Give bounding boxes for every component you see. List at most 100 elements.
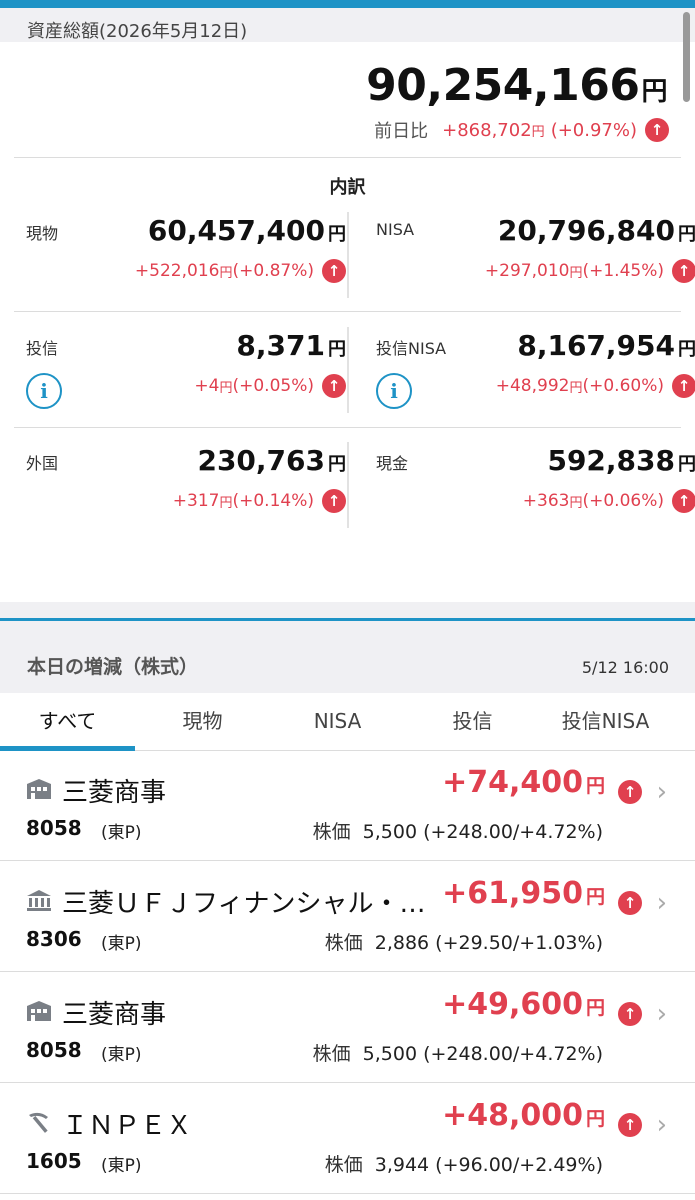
stock-price-value: 5,500 (+248.00/+4.72%) — [362, 821, 603, 843]
day-change: 前日比 +868,702 円 (+0.97%) ↑ — [374, 117, 669, 143]
breakdown-change-pct: (+0.60%) — [582, 376, 664, 396]
tab-fund-nisa[interactable]: 投信NISA — [538, 693, 673, 751]
breakdown-unit: 円 — [678, 454, 695, 475]
stock-price: 株価 2,886 (+29.50/+1.03%) — [325, 928, 603, 955]
breakdown-unit: 円 — [678, 224, 695, 245]
stock-row[interactable]: 三菱ＵＦＪフィナンシャル・… 8306 (東P) +61,950 円 ↑ › 株価 2,886 … — [0, 861, 695, 972]
stock-market: (東P) — [101, 1045, 142, 1065]
section-title: 本日の増減（株式） — [27, 656, 199, 678]
stock-market: (東P) — [101, 823, 142, 843]
breakdown-change: +48,992 円 (+0.60%) ↑ — [496, 374, 695, 398]
stock-price-value: 2,886 (+29.50/+1.03%) — [374, 932, 603, 954]
divider — [14, 427, 681, 428]
tab-spot[interactable]: 現物 — [135, 693, 270, 751]
section-timestamp: 5/12 16:00 — [581, 658, 669, 677]
tab-fund[interactable]: 投信 — [405, 693, 540, 751]
stock-gain-value: +49,600 — [442, 987, 583, 1022]
day-change-unit: 円 — [531, 124, 545, 140]
chevron-right-icon[interactable]: › — [657, 999, 667, 1029]
stock-row[interactable]: 三菱商事 8058 (東P) +74,400 円 ↑ › 株価 5,500 (+248.00/+… — [0, 750, 695, 861]
breakdown-change-unit: 円 — [569, 380, 583, 396]
breakdown-change-unit: 円 — [569, 495, 583, 511]
up-arrow-icon: ↑ — [672, 489, 695, 513]
day-change-label: 前日比 — [374, 121, 429, 142]
stock-name: 三菱商事 — [62, 778, 167, 808]
tab-nisa[interactable]: NISA — [270, 693, 405, 751]
stock-row[interactable]: 三菱商事 8058 (東P) +49,600 円 ↑ › 株価 5,500 (+248.00/+… — [0, 972, 695, 1083]
up-arrow-icon: ↑ — [672, 374, 695, 398]
section-gap — [0, 602, 695, 618]
stock-market: (東P) — [101, 934, 142, 954]
chevron-right-icon[interactable]: › — [657, 888, 667, 918]
stock-price-value: 5,500 (+248.00/+4.72%) — [362, 1043, 603, 1065]
breakdown-amount-value: 60,457,400 — [147, 214, 325, 247]
breakdown-nisa[interactable]: NISA 20,796,840 円 +297,010 円 (+1.45%) ↑ — [376, 212, 695, 312]
breakdown-label: NISA — [376, 220, 415, 239]
total-assets: 90,254,166円 — [366, 60, 667, 111]
breakdown-change-pct: (+0.87%) — [232, 261, 314, 281]
chevron-right-icon[interactable]: › — [657, 1110, 667, 1140]
page-title: 資産総額(2026年5月12日) — [27, 21, 248, 42]
divider — [14, 311, 681, 312]
breakdown-amount-value: 8,167,954 — [517, 329, 675, 362]
breakdown-change-pct: (+0.06%) — [582, 491, 664, 511]
info-icon[interactable]: i — [26, 373, 62, 409]
scrollbar[interactable] — [683, 12, 690, 102]
building-icon — [26, 778, 52, 800]
stock-price: 株価 3,944 (+96.00/+2.49%) — [325, 1150, 603, 1177]
breakdown-amount: 8,371 円 — [236, 329, 346, 362]
breakdown-label: 外国 — [26, 454, 59, 473]
breakdown-fund-nisa[interactable]: 投信NISA 8,167,954 円 i +48,992 円 (+0.60%) ↑ — [376, 327, 695, 427]
column-divider — [347, 212, 349, 298]
breakdown-label: 投信NISA — [376, 339, 447, 358]
breakdown-change: +297,010 円 (+1.45%) ↑ — [485, 259, 695, 283]
header-band: 資産総額(2026年5月12日) — [0, 8, 695, 42]
stock-gain: +49,600 円 — [442, 987, 605, 1022]
stock-row[interactable]: ＩＮＰＥＸ 1605 (東P) +48,000 円 ↑ › 株価 3,944 (+96.00/+… — [0, 1083, 695, 1194]
breakdown-label: 現金 — [376, 454, 409, 473]
breakdown-change-value: +4 — [194, 376, 220, 396]
stock-price-label: 株価 — [324, 1154, 363, 1176]
top-accent-bar — [0, 0, 695, 8]
breakdown-amount-value: 592,838 — [547, 444, 675, 477]
pickaxe-icon — [26, 1111, 52, 1133]
stock-gain: +48,000 円 — [442, 1098, 605, 1133]
breakdown-unit: 円 — [328, 339, 346, 360]
breakdown-foreign[interactable]: 外国 230,763 円 +317 円 (+0.14%) ↑ — [26, 442, 346, 542]
breakdown-change: +363 円 (+0.06%) ↑ — [523, 489, 695, 513]
breakdown-cash[interactable]: 現金 592,838 円 +363 円 (+0.06%) ↑ — [376, 442, 695, 542]
stock-price: 株価 5,500 (+248.00/+4.72%) — [313, 817, 603, 844]
stock-price-label: 株価 — [312, 1043, 351, 1065]
breakdown-fund[interactable]: 投信 8,371 円 i +4 円 (+0.05%) ↑ — [26, 327, 346, 427]
column-divider — [347, 442, 349, 528]
tab-all[interactable]: すべて — [0, 693, 135, 751]
up-arrow-icon: ↑ — [618, 1113, 642, 1137]
total-amount: 90,254,166 — [366, 60, 640, 111]
breakdown-change-value: +297,010 — [484, 261, 570, 281]
stock-code: 8058 — [26, 816, 82, 840]
stock-code: 8306 — [26, 927, 82, 951]
total-unit: 円 — [641, 77, 667, 107]
stock-gain-value: +74,400 — [442, 765, 583, 800]
column-divider — [347, 327, 349, 413]
breakdown-spot[interactable]: 現物 60,457,400 円 +522,016 円 (+0.87%) ↑ — [26, 212, 346, 312]
breakdown-change-value: +522,016 — [134, 261, 220, 281]
chevron-right-icon[interactable]: › — [657, 777, 667, 807]
breakdown-change: +4 円 (+0.05%) ↑ — [194, 374, 346, 398]
breakdown-amount: 592,838 円 — [547, 444, 695, 477]
up-arrow-icon: ↑ — [322, 489, 346, 513]
breakdown-amount: 60,457,400 円 — [148, 214, 346, 247]
info-icon[interactable]: i — [376, 373, 412, 409]
section-header: 本日の増減（株式） 5/12 16:00 — [0, 621, 695, 693]
up-arrow-icon: ↑ — [672, 259, 695, 283]
day-change-pct: (+0.97%) — [550, 119, 637, 141]
breakdown-change-value: +363 — [522, 491, 570, 511]
breakdown-change-unit: 円 — [569, 265, 583, 281]
stock-name: ＩＮＰＥＸ — [62, 1111, 193, 1141]
stock-name: 三菱ＵＦＪフィナンシャル・… — [62, 889, 426, 919]
breakdown-unit: 円 — [328, 454, 346, 475]
building-icon — [26, 1000, 52, 1022]
stock-price-value: 3,944 (+96.00/+2.49%) — [374, 1154, 603, 1176]
stock-gain-unit: 円 — [585, 1108, 605, 1130]
breakdown-amount: 230,763 円 — [197, 444, 346, 477]
